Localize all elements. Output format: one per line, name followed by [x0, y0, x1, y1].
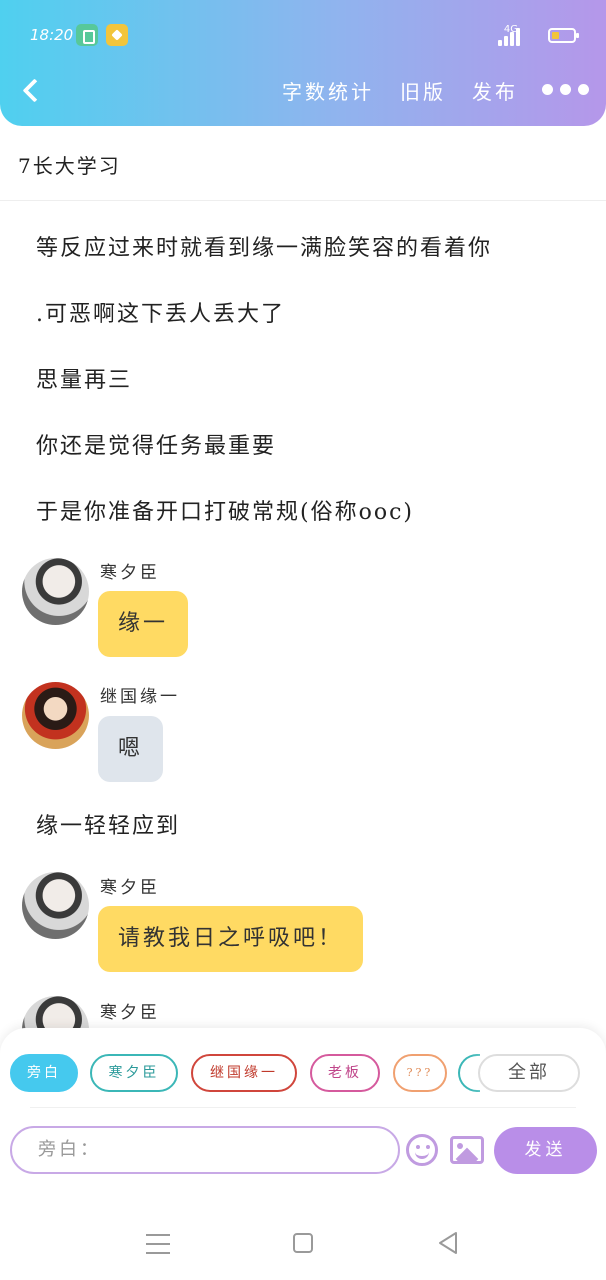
message-input[interactable]: 旁白：: [10, 1126, 400, 1174]
notification-app-icon: [76, 24, 98, 46]
notification-diamond-icon: [106, 24, 128, 46]
home-icon[interactable]: [293, 1233, 313, 1253]
more-options-icon[interactable]: [542, 84, 589, 98]
role-chip-han[interactable]: 寒夕臣: [90, 1054, 178, 1092]
all-roles-button[interactable]: 全部: [478, 1054, 580, 1092]
chat-bubble[interactable]: 嗯: [98, 716, 164, 782]
role-chip-narration[interactable]: 旁白: [10, 1054, 78, 1092]
narration-line[interactable]: 你还是觉得任务最重要: [36, 428, 276, 460]
narration-line[interactable]: 等反应过来时就看到缘一满脸笑容的看着你: [36, 230, 492, 262]
title-divider: [0, 200, 606, 201]
battery-icon: [548, 28, 579, 43]
role-chip-yuan[interactable]: 继国缘一: [191, 1054, 297, 1092]
avatar[interactable]: [22, 558, 89, 625]
narration-line[interactable]: 缘一轻轻应到: [36, 808, 180, 840]
narration-line[interactable]: .可恶啊这下丢人丢大了: [36, 296, 285, 328]
role-chip-boss[interactable]: 老板: [310, 1054, 380, 1092]
signal-icon: [494, 28, 520, 46]
old-version-button[interactable]: 旧版: [400, 76, 446, 105]
status-time: 18:20: [30, 26, 74, 44]
status-bar: 18:20 4G: [30, 22, 579, 50]
chat-bubble[interactable]: 缘一: [98, 591, 189, 657]
image-icon[interactable]: [450, 1136, 484, 1164]
speaker-name: 寒夕臣: [100, 1003, 160, 1023]
narration-line[interactable]: 于是你准备开口打破常规(俗称ooc): [36, 494, 414, 526]
emoji-icon[interactable]: [406, 1134, 438, 1166]
back-nav-icon[interactable]: [437, 1231, 459, 1255]
avatar[interactable]: [22, 682, 89, 749]
composer-divider: [30, 1107, 576, 1108]
recent-apps-icon[interactable]: [146, 1234, 170, 1254]
chat-bubble[interactable]: 请教我日之呼吸吧！: [98, 906, 364, 972]
publish-button[interactable]: 发布: [472, 76, 518, 105]
speaker-name: 继国缘一: [100, 687, 180, 707]
app-header: 18:20 4G 字数统计 旧版 发布: [0, 0, 606, 126]
document-title[interactable]: 7长大学习: [18, 150, 121, 179]
speaker-name: 寒夕臣: [100, 878, 160, 898]
speaker-name: 寒夕臣: [100, 563, 160, 583]
send-button[interactable]: 发送: [494, 1127, 597, 1174]
avatar[interactable]: [22, 872, 89, 939]
word-count-button[interactable]: 字数统计: [282, 76, 374, 105]
narration-line[interactable]: 思量再三: [36, 362, 132, 394]
back-icon[interactable]: [20, 76, 44, 104]
role-chip-unknown[interactable]: ???: [393, 1054, 447, 1092]
